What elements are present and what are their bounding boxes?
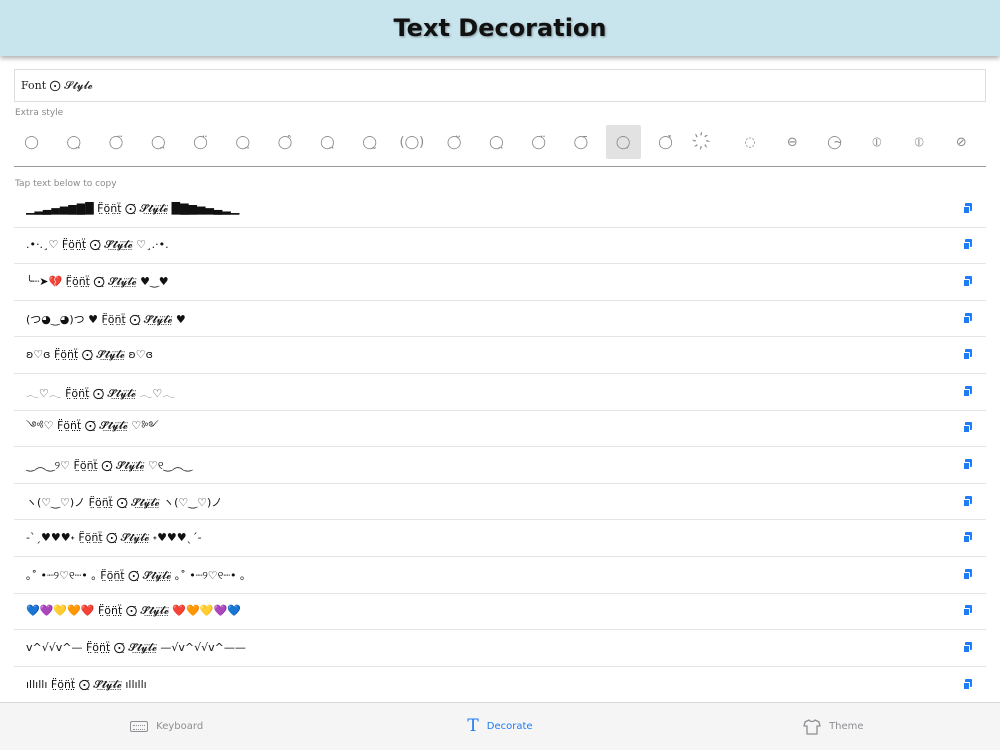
decorated-text: ╰┈➤💔 F̤̈ö̤n̤̈ẗ̤ ⨀̤̈ 𝓢̤̈𝓽̤̈𝔂̤̈𝓵̤̈𝓮̤̈ ♥‿♥ (26, 274, 169, 288)
tab-label: Keyboard (156, 721, 204, 732)
divider (14, 166, 986, 167)
extra-style-option[interactable]: ◯̤ (479, 125, 514, 159)
decorated-text: v^√√v^— F̤̈ö̤n̤̈ẗ̤ ⨀̤̈ 𝓢̤̈𝓽̤̈𝔂̤̈𝓵̤̈𝓮̤̈ —… (26, 640, 246, 654)
decorated-text: ▁▂▃▄▅▆▇█ F̤̈ö̤n̤̈ẗ̤ ⨀̤̈ 𝓢̤̈𝓽̤̈𝔂̤̈𝓵̤̈𝓮̤̈ … (26, 201, 240, 215)
copy-icon[interactable] (962, 421, 976, 435)
list-item[interactable]: ╰┈➤💔 F̤̈ö̤n̤̈ẗ̤ ⨀̤̈ 𝓢̤̈𝓽̤̈𝔂̤̈𝓵̤̈𝓮̤̈ ♥‿♥ (14, 264, 986, 301)
extra-style-option[interactable]: ⦶ (902, 125, 937, 159)
decorated-text: 𓂃♡𓂃 F̤̈ö̤n̤̈ẗ̤ ⨀̤̈ 𝓢̤̈𝓽̤̈𝔂̤̈𝓵̤̈𝓮̤̈ 𓂃♡𓂃 (26, 387, 176, 401)
list-item[interactable]: ヽ(♡‿♡)ノ F̤̈ö̤n̤̈ẗ̤ ⨀̤̈ 𝓢̤̈𝓽̤̈𝔂̤̈𝓵̤̈𝓮̤̈ ヽ… (14, 484, 986, 521)
extra-style-option[interactable]: ◯̤ (225, 125, 260, 159)
extra-style-option[interactable]: ◯̴ (817, 125, 852, 159)
tab-label: Theme (829, 721, 864, 732)
list-item[interactable]: ▁▂▃▄▅▆▇█ F̤̈ö̤n̤̈ẗ̤ ⨀̤̈ 𝓢̤̈𝓽̤̈𝔂̤̈𝓵̤̈𝓮̤̈ … (14, 191, 986, 228)
extra-style-option[interactable]: ⦶ (859, 125, 894, 159)
extra-style-option[interactable]: ◯̤ (56, 125, 91, 159)
copy-icon[interactable] (962, 568, 976, 582)
extra-style-option[interactable]: ◯̤ (310, 125, 345, 159)
list-item[interactable]: 𓂃♡𓂃 F̤̈ö̤n̤̈ẗ̤ ⨀̤̈ 𝓢̤̈𝓽̤̈𝔂̤̈𝓵̤̈𝓮̤̈ 𓂃♡𓂃 (14, 374, 986, 411)
extra-style-row: ◯ ◯̤ ◯̈ ◯̤ ◯̈ ◯̤ ◯̂ ◯̤ ◯̰ (◯) ◯̆ ◯̤ ◯̈ ◯̄ ◯̣ ◯̽҉ ◌ ⊖ ◯̴ ⦶ ⦶ ⊘ (14, 125, 986, 159)
extra-style-option[interactable]: ◯̈ (521, 125, 556, 159)
tap-to-copy-label: Tap text below to copy (15, 179, 117, 189)
list-item[interactable]: .•·.¸♡ F̤̈ö̤n̤̈ẗ̤ ⨀̤̈ 𝓢̤̈𝓽̤̈𝔂̤̈𝓵̤̈𝓮̤̈ ♡¸… (14, 228, 986, 265)
copy-icon[interactable] (962, 348, 976, 362)
extra-style-option[interactable]: ⊘ (944, 125, 979, 159)
list-item[interactable]: ıllıllı F̤̈ö̤n̤̈ẗ̤ ⨀̤̈ 𝓢̤̈𝓽̤̈𝔂̤̈𝓵̤̈𝓮̤̈ ı… (14, 667, 986, 704)
copy-icon[interactable] (962, 678, 976, 692)
list-item[interactable]: ʚ♡ɞ F̤̈ö̤n̤̈ẗ̤ ⨀̤̈ 𝓢̤̈𝓽̤̈𝔂̤̈𝓵̤̈𝓮̤̈ ʚ♡ɞ (14, 337, 986, 374)
decorated-text: ༺♡ F̤̈ö̤n̤̈ẗ̤ ⨀̤̈ 𝓢̤̈𝓽̤̈𝔂̤̈𝓵̤̈𝓮̤̈ ♡༻ (26, 418, 159, 432)
decoration-list: ▁▂▃▄▅▆▇█ F̤̈ö̤n̤̈ẗ̤ ⨀̤̈ 𝓢̤̈𝓽̤̈𝔂̤̈𝓵̤̈𝓮̤̈ … (14, 191, 986, 703)
text-t-icon: T (467, 716, 479, 736)
decorated-text: (つ◕‿◕)つ ♥ F̤̈ö̤n̤̈ẗ̤ ⨀̤̈ 𝓢̤̈𝓽̤̈𝔂̤̈𝓵̤̈𝓮̤̈… (26, 312, 186, 326)
copy-icon[interactable] (962, 202, 976, 216)
copy-icon[interactable] (962, 312, 976, 326)
extra-style-option[interactable]: ◯̈ (183, 125, 218, 159)
extra-style-option[interactable]: ⊖ (775, 125, 810, 159)
list-item[interactable]: -ˋˏ♥♥♥˖ F̤̈ö̤n̤̈ẗ̤ ⨀̤̈ 𝓢̤̈𝓽̤̈𝔂̤̈𝓵̤̈𝓮̤̈ ˖… (14, 520, 986, 557)
input-value: Font ⨀ 𝓢𝓽𝔂𝓵𝓮 (21, 78, 93, 92)
page-title: Text Decoration (393, 14, 607, 42)
copy-icon[interactable] (962, 641, 976, 655)
decorated-text: .•·.¸♡ F̤̈ö̤n̤̈ẗ̤ ⨀̤̈ 𝓢̤̈𝓽̤̈𝔂̤̈𝓵̤̈𝓮̤̈ ♡¸… (26, 238, 169, 252)
list-item[interactable]: 💙💜💛🧡❤️ F̤̈ö̤n̤̈ẗ̤ ⨀̤̈ 𝓢̤̈𝓽̤̈𝔂̤̈𝓵̤̈𝓮̤̈ ❤️… (14, 594, 986, 631)
list-item[interactable]: v^√√v^— F̤̈ö̤n̤̈ẗ̤ ⨀̤̈ 𝓢̤̈𝓽̤̈𝔂̤̈𝓵̤̈𝓮̤̈ —… (14, 630, 986, 667)
extra-style-option[interactable]: ◯̰ (352, 125, 387, 159)
decorated-text: ｡˚ •┈୨♡୧┈• ｡ F̤̈ö̤n̤̈ẗ̤ ⨀̤̈ 𝓢̤̈𝓽̤̈𝔂̤̈𝓵̤̈… (26, 568, 246, 582)
copy-icon[interactable] (962, 495, 976, 509)
list-item[interactable]: ‿︵‿୨♡ F̤̈ö̤n̤̈ẗ̤ ⨀̤̈ 𝓢̤̈𝓽̤̈𝔂̤̈𝓵̤̈𝓮̤̈ ♡୧‿… (14, 447, 986, 484)
extra-style-option[interactable]: ◯̣ (605, 125, 641, 159)
extra-style-option[interactable]: ◌ (733, 125, 768, 159)
decorated-text: ıllıllı F̤̈ö̤n̤̈ẗ̤ ⨀̤̈ 𝓢̤̈𝓽̤̈𝔂̤̈𝓵̤̈𝓮̤̈ ı… (26, 678, 147, 692)
extra-style-option[interactable]: ◯ (14, 125, 49, 159)
tab-theme[interactable]: Theme (667, 703, 1000, 750)
bottom-tab-bar: Keyboard T Decorate Theme (0, 702, 1000, 750)
extra-style-option[interactable]: ◯̤ (141, 125, 176, 159)
copy-icon[interactable] (962, 238, 976, 252)
copy-icon[interactable] (962, 275, 976, 289)
extra-style-option[interactable]: ◯̂ (268, 125, 303, 159)
tab-keyboard[interactable]: Keyboard (0, 703, 333, 750)
list-item[interactable]: (つ◕‿◕)つ ♥ F̤̈ö̤n̤̈ẗ̤ ⨀̤̈ 𝓢̤̈𝓽̤̈𝔂̤̈𝓵̤̈𝓮̤̈… (14, 301, 986, 338)
extra-style-option[interactable]: ҉ (690, 125, 725, 159)
app-header: Text Decoration (0, 0, 1000, 56)
extra-style-option[interactable]: ◯̈ (99, 125, 134, 159)
copy-icon[interactable] (962, 531, 976, 545)
decorated-text: 💙💜💛🧡❤️ F̤̈ö̤n̤̈ẗ̤ ⨀̤̈ 𝓢̤̈𝓽̤̈𝔂̤̈𝓵̤̈𝓮̤̈ ❤️… (26, 604, 241, 618)
list-item[interactable]: ｡˚ •┈୨♡୧┈• ｡ F̤̈ö̤n̤̈ẗ̤ ⨀̤̈ 𝓢̤̈𝓽̤̈𝔂̤̈𝓵̤̈… (14, 557, 986, 594)
tab-decorate[interactable]: T Decorate (333, 703, 666, 750)
extra-style-option[interactable]: (◯) (394, 125, 429, 159)
keyboard-icon (130, 721, 149, 732)
decorated-text: ヽ(♡‿♡)ノ F̤̈ö̤n̤̈ẗ̤ ⨀̤̈ 𝓢̤̈𝓽̤̈𝔂̤̈𝓵̤̈𝓮̤̈ ヽ… (26, 495, 223, 509)
copy-icon[interactable] (962, 385, 976, 399)
extra-style-option[interactable]: ◯̄ (563, 125, 598, 159)
decorated-text: ‿︵‿୨♡ F̤̈ö̤n̤̈ẗ̤ ⨀̤̈ 𝓢̤̈𝓽̤̈𝔂̤̈𝓵̤̈𝓮̤̈ ♡୧‿… (26, 458, 193, 472)
extra-style-option[interactable]: ◯̽ (648, 125, 683, 159)
decorated-text: -ˋˏ♥♥♥˖ F̤̈ö̤n̤̈ẗ̤ ⨀̤̈ 𝓢̤̈𝓽̤̈𝔂̤̈𝓵̤̈𝓮̤̈ ˖… (26, 531, 202, 545)
shirt-icon (803, 718, 821, 735)
decorated-text: ʚ♡ɞ F̤̈ö̤n̤̈ẗ̤ ⨀̤̈ 𝓢̤̈𝓽̤̈𝔂̤̈𝓵̤̈𝓮̤̈ ʚ♡ɞ (26, 348, 153, 362)
copy-icon[interactable] (962, 458, 976, 472)
list-item[interactable]: ༺♡ F̤̈ö̤n̤̈ẗ̤ ⨀̤̈ 𝓢̤̈𝓽̤̈𝔂̤̈𝓵̤̈𝓮̤̈ ♡༻ (14, 411, 986, 448)
text-input-field[interactable]: Font ⨀ 𝓢𝓽𝔂𝓵𝓮 (14, 69, 986, 102)
tab-label: Decorate (486, 721, 533, 732)
copy-icon[interactable] (962, 604, 976, 618)
extra-style-option[interactable]: ◯̆ (437, 125, 472, 159)
extra-style-label: Extra style (15, 108, 64, 118)
